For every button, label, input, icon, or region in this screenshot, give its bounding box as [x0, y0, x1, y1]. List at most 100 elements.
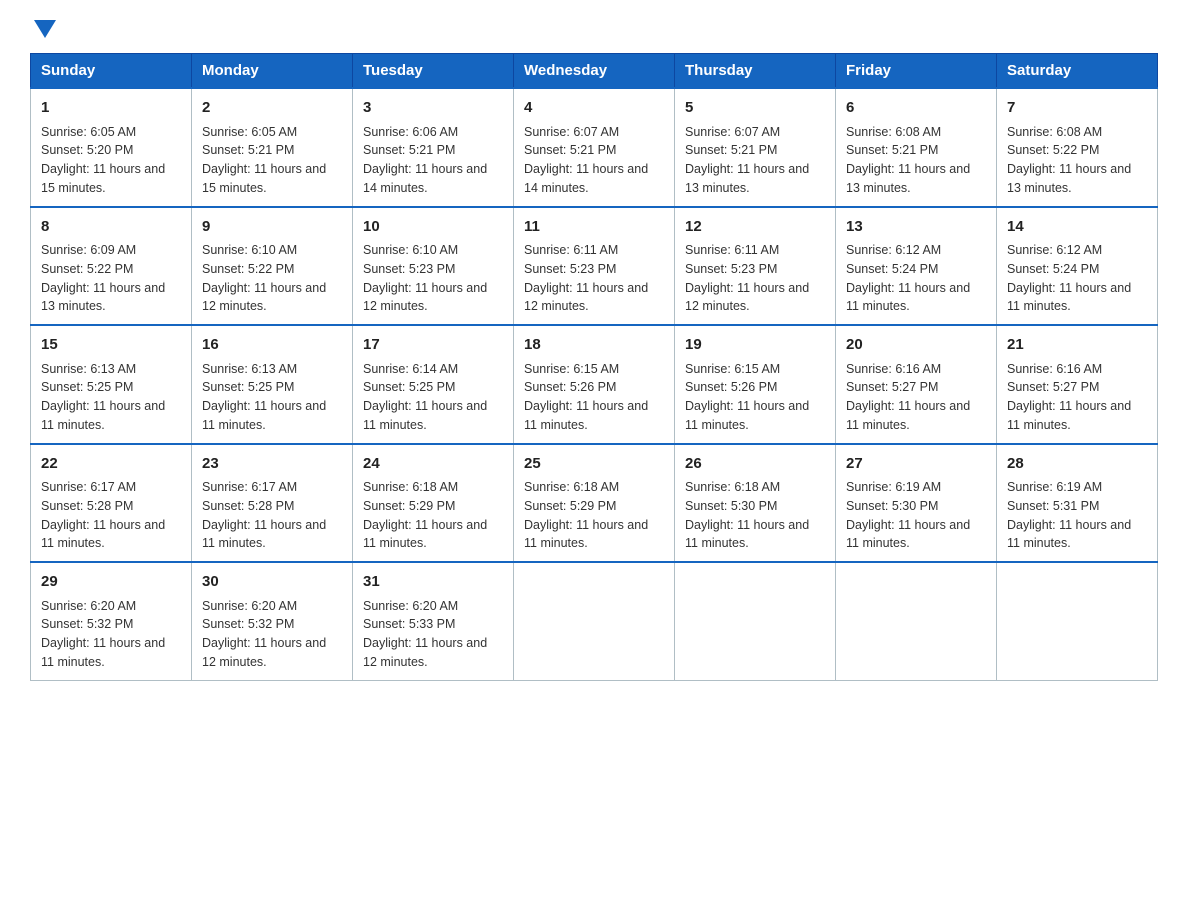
sunrise-text: Sunrise: 6:08 AM [1007, 125, 1102, 139]
sunrise-text: Sunrise: 6:09 AM [41, 243, 136, 257]
sunrise-text: Sunrise: 6:12 AM [1007, 243, 1102, 257]
daylight-text: Daylight: 11 hours and 15 minutes. [41, 162, 165, 195]
calendar-cell: 24Sunrise: 6:18 AMSunset: 5:29 PMDayligh… [353, 444, 514, 563]
calendar-cell [997, 562, 1158, 680]
daylight-text: Daylight: 11 hours and 13 minutes. [685, 162, 809, 195]
sunrise-text: Sunrise: 6:19 AM [846, 480, 941, 494]
calendar-cell: 22Sunrise: 6:17 AMSunset: 5:28 PMDayligh… [31, 444, 192, 563]
day-number: 31 [363, 571, 503, 594]
calendar-cell: 25Sunrise: 6:18 AMSunset: 5:29 PMDayligh… [514, 444, 675, 563]
calendar-cell: 26 Sunrise: 6:18 AM Sunset: 5:30 PM Dayligh… [675, 444, 836, 563]
daylight-text: Daylight: 11 hours and 12 minutes. [363, 281, 487, 314]
sunrise-text: Sunrise: 6:16 AM [846, 362, 941, 376]
daylight-text: Daylight: 11 hours and 11 minutes. [1007, 399, 1131, 432]
sunrise-text: Sunrise: 6:07 AM [524, 125, 619, 139]
daylight-text: Daylight: 11 hours and 11 minutes. [685, 399, 809, 432]
sunset-text: Sunset: 5:31 PM [1007, 499, 1099, 513]
calendar-week-row: 1Sunrise: 6:05 AMSunset: 5:20 PMDaylight… [31, 88, 1158, 207]
sunrise-text: Sunrise: 6:15 AM [524, 362, 619, 376]
day-number: 30 [202, 571, 342, 594]
calendar-cell: 2Sunrise: 6:05 AMSunset: 5:21 PMDaylight… [192, 88, 353, 207]
daylight-text: Daylight: 11 hours and 11 minutes. [524, 518, 648, 551]
sunrise-text: Sunrise: 6:17 AM [202, 480, 297, 494]
calendar-week-row: 15Sunrise: 6:13 AMSunset: 5:25 PMDayligh… [31, 325, 1158, 444]
day-number: 8 [41, 216, 181, 239]
calendar-cell: 16Sunrise: 6:13 AMSunset: 5:25 PMDayligh… [192, 325, 353, 444]
sunrise-text: Sunrise: 6:15 AM [685, 362, 780, 376]
day-number: 9 [202, 216, 342, 239]
day-number: 14 [1007, 216, 1147, 239]
calendar-cell: 13 Sunrise: 6:12 AM Sunset: 5:24 PM Dayligh… [836, 207, 997, 326]
sunset-text: Sunset: 5:25 PM [41, 380, 133, 394]
sunrise-text: Sunrise: 6:20 AM [41, 599, 136, 613]
sunrise-text: Sunrise: 6:11 AM [685, 243, 779, 257]
sunrise-text: Sunrise: 6:06 AM [363, 125, 458, 139]
sunrise-text: Sunrise: 6:12 AM [846, 243, 941, 257]
sunrise-text: Sunrise: 6:18 AM [685, 480, 780, 494]
day-number: 4 [524, 97, 664, 120]
day-number: 26 [685, 453, 825, 476]
day-number: 13 [846, 216, 986, 239]
daylight-text: Daylight: 11 hours and 11 minutes. [846, 281, 970, 314]
daylight-text: Daylight: 11 hours and 13 minutes. [846, 162, 970, 195]
sunset-text: Sunset: 5:30 PM [846, 499, 938, 513]
sunset-text: Sunset: 5:25 PM [363, 380, 455, 394]
day-number: 25 [524, 453, 664, 476]
calendar-cell: 18Sunrise: 6:15 AMSunset: 5:26 PMDayligh… [514, 325, 675, 444]
daylight-text: Daylight: 11 hours and 11 minutes. [1007, 281, 1131, 314]
sunset-text: Sunset: 5:26 PM [524, 380, 616, 394]
sunset-text: Sunset: 5:29 PM [524, 499, 616, 513]
sunrise-text: Sunrise: 6:10 AM [363, 243, 458, 257]
sunset-text: Sunset: 5:30 PM [685, 499, 777, 513]
day-number: 6 [846, 97, 986, 120]
sunset-text: Sunset: 5:28 PM [41, 499, 133, 513]
logo [30, 20, 56, 43]
daylight-text: Daylight: 11 hours and 13 minutes. [1007, 162, 1131, 195]
sunset-text: Sunset: 5:24 PM [846, 262, 938, 276]
day-number: 12 [685, 216, 825, 239]
calendar-cell: 31 Sunrise: 6:20 AM Sunset: 5:33 PM Dayligh… [353, 562, 514, 680]
sunrise-text: Sunrise: 6:05 AM [202, 125, 297, 139]
sunrise-text: Sunrise: 6:20 AM [363, 599, 458, 613]
day-number: 2 [202, 97, 342, 120]
day-number: 10 [363, 216, 503, 239]
sunrise-text: Sunrise: 6:18 AM [363, 480, 458, 494]
day-number: 28 [1007, 453, 1147, 476]
daylight-text: Daylight: 11 hours and 14 minutes. [363, 162, 487, 195]
calendar-cell: 6Sunrise: 6:08 AMSunset: 5:21 PMDaylight… [836, 88, 997, 207]
sunrise-text: Sunrise: 6:08 AM [846, 125, 941, 139]
column-header-saturday: Saturday [997, 54, 1158, 89]
day-number: 23 [202, 453, 342, 476]
day-number: 17 [363, 334, 503, 357]
calendar-week-row: 22 Sunrise: 6:17 AM Sunset: 5:28 PM Dayligh… [31, 444, 1158, 563]
sunset-text: Sunset: 5:20 PM [41, 143, 133, 157]
sunset-text: Sunset: 5:21 PM [685, 143, 777, 157]
daylight-text: Daylight: 11 hours and 11 minutes. [363, 399, 487, 432]
daylight-text: Daylight: 11 hours and 11 minutes. [685, 518, 809, 551]
calendar-cell: 9Sunrise: 6:10 AMSunset: 5:22 PMDaylight… [192, 207, 353, 326]
day-number: 22 [41, 453, 181, 476]
sunrise-text: Sunrise: 6:20 AM [202, 599, 297, 613]
sunset-text: Sunset: 5:27 PM [846, 380, 938, 394]
daylight-text: Daylight: 11 hours and 11 minutes. [41, 518, 165, 551]
sunset-text: Sunset: 5:28 PM [202, 499, 294, 513]
column-header-friday: Friday [836, 54, 997, 89]
day-number: 15 [41, 334, 181, 357]
sunrise-text: Sunrise: 6:16 AM [1007, 362, 1102, 376]
daylight-text: Daylight: 11 hours and 11 minutes. [1007, 518, 1131, 551]
daylight-text: Daylight: 11 hours and 12 minutes. [202, 636, 326, 669]
daylight-text: Daylight: 11 hours and 11 minutes. [202, 399, 326, 432]
sunset-text: Sunset: 5:21 PM [524, 143, 616, 157]
daylight-text: Daylight: 11 hours and 12 minutes. [363, 636, 487, 669]
calendar-cell: 23Sunrise: 6:17 AMSunset: 5:28 PMDayligh… [192, 444, 353, 563]
calendar-cell: 12Sunrise: 6:11 AMSunset: 5:23 PMDayligh… [675, 207, 836, 326]
day-number: 16 [202, 334, 342, 357]
calendar-cell: 15Sunrise: 6:13 AMSunset: 5:25 PMDayligh… [31, 325, 192, 444]
sunset-text: Sunset: 5:33 PM [363, 617, 455, 631]
calendar-cell: 19Sunrise: 6:15 AMSunset: 5:26 PMDayligh… [675, 325, 836, 444]
day-number: 19 [685, 334, 825, 357]
sunset-text: Sunset: 5:22 PM [1007, 143, 1099, 157]
calendar-cell: 7Sunrise: 6:08 AMSunset: 5:22 PMDaylight… [997, 88, 1158, 207]
daylight-text: Daylight: 11 hours and 11 minutes. [846, 399, 970, 432]
day-number: 21 [1007, 334, 1147, 357]
